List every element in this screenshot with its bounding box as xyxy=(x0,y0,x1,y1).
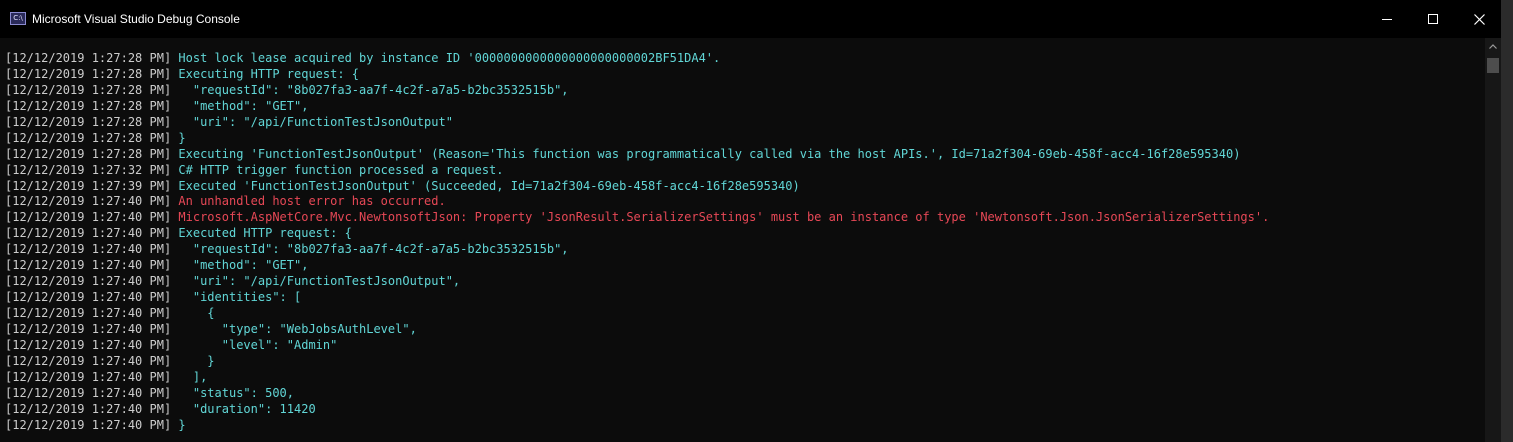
minimize-button[interactable] xyxy=(1364,0,1410,38)
log-timestamp: [12/12/2019 1:27:28 PM] xyxy=(5,66,172,81)
console-app-icon: C:\ xyxy=(10,12,26,25)
log-message: Executing HTTP request: { xyxy=(171,66,360,81)
log-timestamp: [12/12/2019 1:27:28 PM] xyxy=(5,51,172,65)
log-line: [12/12/2019 1:27:28 PM] "uri": "/api/Fun… xyxy=(5,115,1269,131)
log-message: "method": "GET", xyxy=(171,258,309,273)
maximize-icon xyxy=(1428,14,1438,24)
log-line: [12/12/2019 1:27:40 PM] } xyxy=(5,418,1269,434)
log-line: [12/12/2019 1:27:28 PM] } xyxy=(5,131,1269,147)
console-window: C:\ Microsoft Visual Studio Debug Consol… xyxy=(0,0,1502,442)
log-timestamp: [12/12/2019 1:27:40 PM] xyxy=(5,242,172,257)
log-message: Executing 'FunctionTestJsonOutput' (Reas… xyxy=(171,146,1241,161)
log-line: [12/12/2019 1:27:40 PM] Executed HTTP re… xyxy=(5,226,1269,242)
log-timestamp: [12/12/2019 1:27:40 PM] xyxy=(5,321,172,336)
log-timestamp: [12/12/2019 1:27:40 PM] xyxy=(5,353,172,368)
log-error-message: Microsoft.AspNetCore.Mvc.NewtonsoftJson:… xyxy=(171,210,1270,225)
log-message: Host lock lease acquired by instance ID … xyxy=(171,51,721,65)
log-timestamp: [12/12/2019 1:27:28 PM] xyxy=(5,114,172,129)
log-timestamp: [12/12/2019 1:27:32 PM] xyxy=(5,162,172,177)
close-button[interactable] xyxy=(1456,0,1502,38)
log-message: Executed 'FunctionTestJsonOutput' (Succe… xyxy=(171,178,800,193)
log-message: "uri": "/api/FunctionTestJsonOutput" xyxy=(171,114,453,129)
chevron-up-icon xyxy=(1489,44,1497,49)
log-timestamp: [12/12/2019 1:27:40 PM] xyxy=(5,258,172,273)
log-message: { xyxy=(171,306,215,320)
log-timestamp: [12/12/2019 1:27:40 PM] xyxy=(5,194,172,209)
log-line: [12/12/2019 1:27:28 PM] "requestId": "8b… xyxy=(5,83,1269,99)
log-timestamp: [12/12/2019 1:27:40 PM] xyxy=(5,337,172,352)
log-line: [12/12/2019 1:27:40 PM] } xyxy=(5,354,1269,370)
log-timestamp: [12/12/2019 1:27:40 PM] xyxy=(5,306,172,320)
log-line: [12/12/2019 1:27:40 PM] "identities": [ xyxy=(5,290,1269,306)
log-message: "uri": "/api/FunctionTestJsonOutput", xyxy=(171,274,461,289)
window-title: Microsoft Visual Studio Debug Console xyxy=(32,12,240,26)
log-timestamp: [12/12/2019 1:27:40 PM] xyxy=(5,274,172,289)
log-line: [12/12/2019 1:27:28 PM] Executing HTTP r… xyxy=(5,67,1269,83)
log-message: "identities": [ xyxy=(171,290,302,305)
close-icon xyxy=(1473,13,1485,25)
log-message: ], xyxy=(171,369,208,384)
scroll-thumb[interactable] xyxy=(1487,58,1499,73)
console-output[interactable]: [12/12/2019 1:27:28 PM] Host lock lease … xyxy=(0,38,1485,442)
log-line: [12/12/2019 1:27:40 PM] An unhandled hos… xyxy=(5,194,1269,210)
log-message: Executed HTTP request: { xyxy=(171,226,352,241)
log-timestamp: [12/12/2019 1:27:40 PM] xyxy=(5,290,172,305)
log-line: [12/12/2019 1:27:28 PM] Host lock lease … xyxy=(5,51,1269,67)
log-line: [12/12/2019 1:27:39 PM] Executed 'Functi… xyxy=(5,179,1269,195)
log-message: "level": "Admin" xyxy=(171,337,338,352)
log-line: [12/12/2019 1:27:40 PM] "requestId": "8b… xyxy=(5,242,1269,258)
log-timestamp: [12/12/2019 1:27:40 PM] xyxy=(5,417,172,432)
log-line: [12/12/2019 1:27:32 PM] C# HTTP trigger … xyxy=(5,163,1269,179)
log-message: "type": "WebJobsAuthLevel", xyxy=(171,321,417,336)
maximize-button[interactable] xyxy=(1410,0,1456,38)
log-line: [12/12/2019 1:27:40 PM] "level": "Admin" xyxy=(5,338,1269,354)
log-timestamp: [12/12/2019 1:27:28 PM] xyxy=(5,130,172,145)
log-timestamp: [12/12/2019 1:27:28 PM] xyxy=(5,82,172,97)
log-timestamp: [12/12/2019 1:27:40 PM] xyxy=(5,385,172,400)
log-line: [12/12/2019 1:27:40 PM] { xyxy=(5,306,1269,322)
log-line: [12/12/2019 1:27:40 PM] "type": "WebJobs… xyxy=(5,322,1269,338)
log-lines: [12/12/2019 1:27:28 PM] Host lock lease … xyxy=(5,51,1269,434)
log-message: "status": 500, xyxy=(171,385,294,400)
log-line: [12/12/2019 1:27:40 PM] ], xyxy=(5,370,1269,386)
log-message: } xyxy=(171,353,215,368)
minimize-icon xyxy=(1382,19,1392,20)
vertical-scrollbar[interactable] xyxy=(1485,38,1501,442)
log-timestamp: [12/12/2019 1:27:28 PM] xyxy=(5,98,172,113)
log-message: "requestId": "8b027fa3-aa7f-4c2f-a7a5-b2… xyxy=(171,82,569,97)
log-message: } xyxy=(171,417,186,432)
log-line: [12/12/2019 1:27:40 PM] Microsoft.AspNet… xyxy=(5,210,1269,226)
log-line: [12/12/2019 1:27:40 PM] "uri": "/api/Fun… xyxy=(5,274,1269,290)
log-message: "method": "GET", xyxy=(171,98,309,113)
title-bar[interactable]: C:\ Microsoft Visual Studio Debug Consol… xyxy=(0,0,1501,38)
log-message: "requestId": "8b027fa3-aa7f-4c2f-a7a5-b2… xyxy=(171,242,569,257)
log-timestamp: [12/12/2019 1:27:40 PM] xyxy=(5,210,172,225)
log-message: } xyxy=(171,130,186,145)
background-window-edge xyxy=(1501,0,1513,442)
log-timestamp: [12/12/2019 1:27:40 PM] xyxy=(5,226,172,241)
log-error-message: An unhandled host error has occurred. xyxy=(171,194,446,209)
log-line: [12/12/2019 1:27:40 PM] "method": "GET", xyxy=(5,258,1269,274)
log-timestamp: [12/12/2019 1:27:28 PM] xyxy=(5,146,172,161)
scroll-up-button[interactable] xyxy=(1485,38,1501,55)
log-timestamp: [12/12/2019 1:27:40 PM] xyxy=(5,369,172,384)
log-timestamp: [12/12/2019 1:27:40 PM] xyxy=(5,401,172,416)
log-line: [12/12/2019 1:27:28 PM] "method": "GET", xyxy=(5,99,1269,115)
log-message: C# HTTP trigger function processed a req… xyxy=(171,162,504,177)
log-line: [12/12/2019 1:27:40 PM] "duration": 1142… xyxy=(5,402,1269,418)
log-message: "duration": 11420 xyxy=(171,401,316,416)
log-timestamp: [12/12/2019 1:27:39 PM] xyxy=(5,178,172,193)
log-line: [12/12/2019 1:27:40 PM] "status": 500, xyxy=(5,386,1269,402)
log-line: [12/12/2019 1:27:28 PM] Executing 'Funct… xyxy=(5,147,1269,163)
